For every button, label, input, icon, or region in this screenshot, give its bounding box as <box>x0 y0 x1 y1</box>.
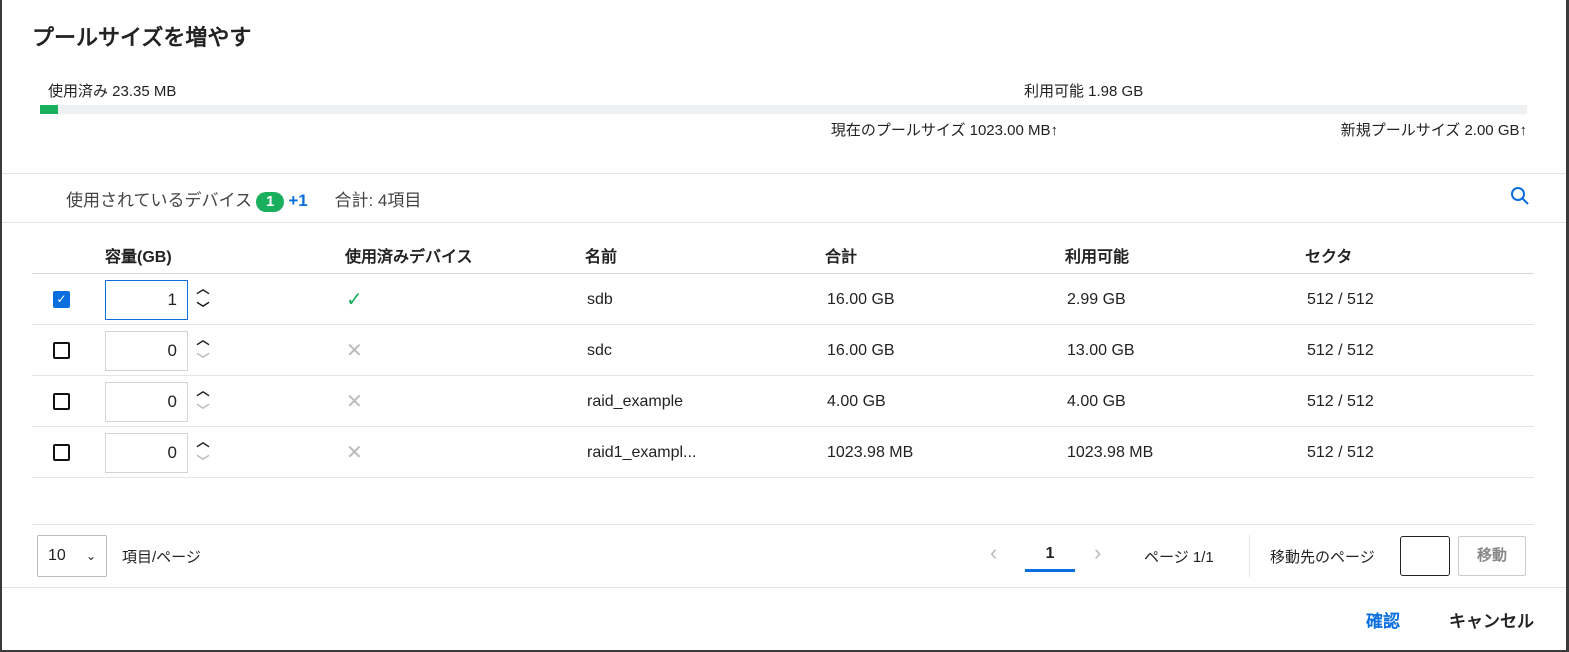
capacity-input[interactable]: 0 <box>105 331 188 371</box>
per-page-label: 項目/ページ <box>122 549 201 566</box>
increment-icon[interactable]: ︿ <box>192 380 214 398</box>
total-cell: 16.00 GB <box>827 342 895 359</box>
row-checkbox[interactable]: ✓ <box>53 291 70 308</box>
goto-page-input[interactable] <box>1400 536 1450 576</box>
check-icon: ✓ <box>346 289 363 311</box>
name-cell: sdc <box>587 342 612 359</box>
total-cell: 1023.98 MB <box>827 444 914 461</box>
usage-bar <box>40 105 1527 114</box>
new-pool-size: 新規プールサイズ 2.00 GB↑ <box>1340 122 1527 139</box>
page-size-select[interactable]: 10 ⌄ <box>37 535 107 577</box>
table-row: 0 ︿ ﹀ ✕ raid1_exampl... 1023.98 MB 1023.… <box>32 427 1534 478</box>
total-cell: 16.00 GB <box>827 291 895 308</box>
col-available: 利用可能 <box>1065 249 1130 266</box>
goto-label: 移動先のページ <box>1270 549 1375 566</box>
sector-cell: 512 / 512 <box>1307 342 1374 359</box>
row-checkbox[interactable] <box>53 444 70 461</box>
total-items: 合計: 4項目 <box>334 191 422 210</box>
name-cell: sdb <box>587 291 613 308</box>
search-icon[interactable] <box>1510 186 1530 211</box>
col-sector: セクタ <box>1305 249 1353 266</box>
current-pool-size: 現在のプールサイズ 1023.00 MB↑ <box>830 122 1058 139</box>
decrement-icon[interactable]: ﹀ <box>192 451 214 469</box>
total-cell: 4.00 GB <box>827 393 886 410</box>
name-cell: raid_example <box>587 393 684 410</box>
goto-button[interactable]: 移動 <box>1458 536 1526 576</box>
sector-cell: 512 / 512 <box>1307 291 1374 308</box>
row-checkbox[interactable] <box>53 393 70 410</box>
x-icon: ✕ <box>346 442 363 464</box>
sector-cell: 512 / 512 <box>1307 444 1374 461</box>
capacity-input[interactable]: 0 <box>105 382 188 422</box>
available-cell: 2.99 GB <box>1067 291 1126 308</box>
next-page-icon[interactable]: › <box>1094 540 1101 566</box>
cancel-button[interactable]: キャンセル <box>1449 607 1534 632</box>
x-icon: ✕ <box>346 340 363 362</box>
decrement-icon[interactable]: ﹀ <box>192 400 214 418</box>
dialog-title: プールサイズを増やす <box>32 25 252 50</box>
name-cell: raid1_exampl... <box>587 444 697 461</box>
chevron-down-icon: ⌄ <box>85 549 96 563</box>
available-cell: 4.00 GB <box>1067 393 1126 410</box>
devices-label: 使用されているデバイス <box>66 191 252 210</box>
devices-header: 使用されているデバイス 1 +1 合計: 4項目 <box>66 186 421 212</box>
decrement-icon[interactable]: ﹀ <box>192 349 214 367</box>
capacity-input[interactable]: 1 <box>105 280 188 320</box>
device-plus[interactable]: +1 <box>288 191 307 210</box>
available-label: 利用可能 1.98 GB <box>1024 83 1144 100</box>
col-name: 名前 <box>585 249 618 266</box>
page-1[interactable]: 1 <box>1025 545 1075 572</box>
col-used-device: 使用済みデバイス <box>345 249 473 266</box>
used-label: 使用済み 23.35 MB <box>48 83 177 100</box>
available-cell: 13.00 GB <box>1067 342 1135 359</box>
device-count-badge: 1 <box>255 192 285 212</box>
decrement-icon[interactable]: ﹀ <box>192 298 214 316</box>
col-total: 合計 <box>825 249 858 266</box>
increase-pool-size-dialog: プールサイズを増やす 使用済み 23.35 MB 利用可能 1.98 GB 現在… <box>2 0 1566 650</box>
usage-bar-fill <box>40 105 58 114</box>
prev-page-icon[interactable]: ‹ <box>990 540 997 566</box>
increment-icon[interactable]: ︿ <box>192 431 214 449</box>
increment-icon[interactable]: ︿ <box>192 278 214 296</box>
table-row: 0 ︿ ﹀ ✕ sdc 16.00 GB 13.00 GB 512 / 512 <box>32 325 1534 376</box>
col-capacity: 容量(GB) <box>105 249 172 266</box>
increment-icon[interactable]: ︿ <box>192 329 214 347</box>
sector-cell: 512 / 512 <box>1307 393 1374 410</box>
confirm-button[interactable]: 確認 <box>1366 607 1400 632</box>
table-row: 0 ︿ ﹀ ✕ raid_example 4.00 GB 4.00 GB 512… <box>32 376 1534 427</box>
table-row: ✓ 1 ︿ ﹀ ✓ sdb 16.00 GB 2.99 GB 512 / 512 <box>32 274 1534 325</box>
page-info: ページ 1/1 <box>1144 549 1214 566</box>
capacity-input[interactable]: 0 <box>105 433 188 473</box>
x-icon: ✕ <box>346 391 363 413</box>
row-checkbox[interactable] <box>53 342 70 359</box>
available-cell: 1023.98 MB <box>1067 444 1154 461</box>
